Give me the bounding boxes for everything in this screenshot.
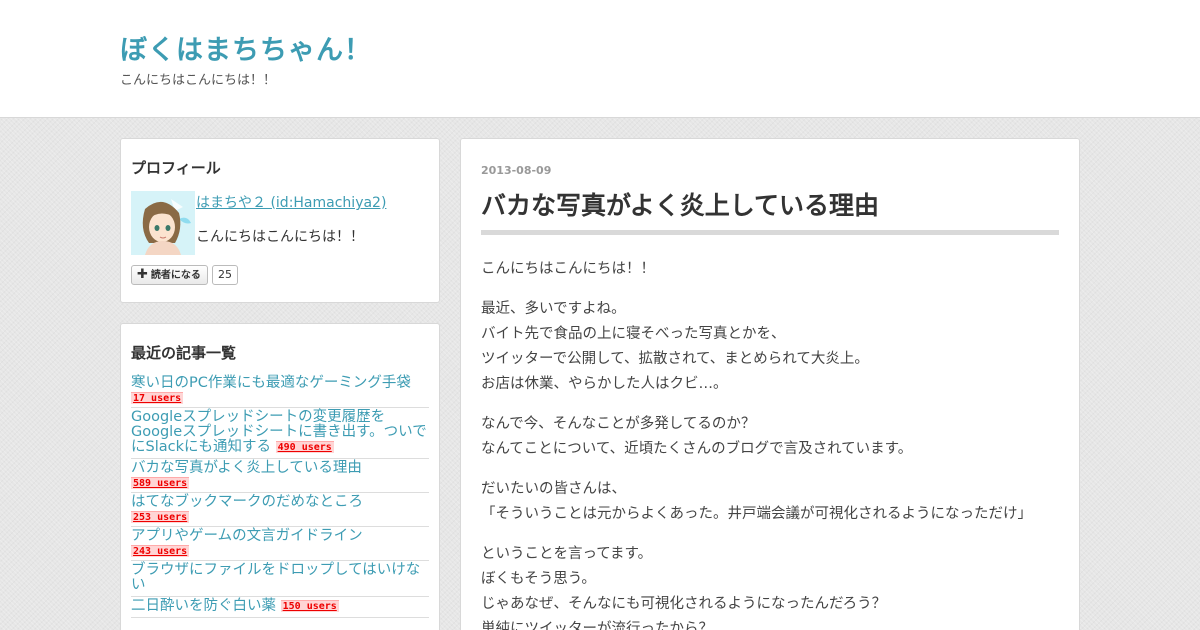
- paragraph: ということを言ってます。 ぼくもそう思う。 じゃあなぜ、そんなにも可視化されるよ…: [481, 542, 1059, 630]
- article-title[interactable]: バカな写真がよく炎上している理由: [481, 186, 879, 222]
- body-line: 最近、多いですよね。: [481, 301, 626, 317]
- blog-description: こんにちはこんにちは！！: [120, 73, 277, 88]
- paragraph: だいたいの皆さんは、 「そういうことは元からよくあった。井戸端会議が可視化される…: [481, 477, 1059, 527]
- body-line: 単純にツイッターが流行ったから？: [481, 621, 713, 630]
- list-item: Googleスプレッドシートの変更履歴をGoogleスプレッドシートに書き出す。…: [131, 408, 429, 459]
- article: 2013-08-09 バカな写真がよく炎上している理由 こんにちはこんにちは！！…: [460, 138, 1080, 630]
- list-item: はてなブックマークのだめなところ 253 users: [131, 493, 429, 527]
- body-line: なんで今、そんなことが多発してるのか？: [481, 416, 756, 432]
- list-item: アプリやゲームの文言ガイドライン 243 users: [131, 527, 429, 561]
- bookmark-count-badge[interactable]: 490 users: [275, 441, 334, 453]
- recent-entries-module: 最近の記事一覧 寒い日のPC作業にも最適なゲーミング手袋 17 users Go…: [120, 323, 440, 630]
- bookmark-count-badge[interactable]: 589 users: [131, 477, 190, 489]
- recent-entry-link[interactable]: ブラウザにファイルをドロップしてはいけない: [131, 562, 420, 593]
- body-line: バイト先で食品の上に寝そべった写真とかを、: [481, 326, 786, 342]
- recent-entry-link[interactable]: 寒い日のPC作業にも最適なゲーミング手袋: [131, 375, 411, 391]
- recent-heading: 最近の記事一覧: [131, 344, 237, 362]
- blog-title[interactable]: ぼくはまちちゃん！: [120, 28, 372, 67]
- bookmark-count-badge[interactable]: 150 users: [280, 600, 339, 612]
- profile-heading: プロフィール: [131, 159, 221, 177]
- profile-intro: こんにちはこんにちは！！: [196, 229, 364, 245]
- avatar[interactable]: [131, 191, 195, 255]
- article-body: こんにちはこんにちは！！ 最近、多いですよね。 バイト先で食品の上に寝そべった写…: [481, 257, 1059, 630]
- body-line: こんにちはこんにちは！！: [481, 261, 655, 277]
- profile-module: プロフィール はまちや２ (id:Hamachiya2) こんにちはこんにちは！…: [120, 138, 440, 303]
- subscribe-button[interactable]: ✚ 読者になる: [131, 265, 208, 285]
- bookmark-count-badge[interactable]: 17 users: [131, 392, 184, 404]
- body-line: ツイッターで公開して、拡散されて、まとめられて大炎上。: [481, 351, 869, 367]
- recent-entry-link[interactable]: アプリやゲームの文言ガイドライン: [131, 528, 363, 544]
- list-item: 二日酔いを防ぐ白い薬 150 users: [131, 597, 429, 618]
- list-item: バカな写真がよく炎上している理由 589 users: [131, 459, 429, 493]
- title-divider: [481, 230, 1059, 235]
- recent-entry-link[interactable]: 二日酔いを防ぐ白い薬: [131, 598, 276, 614]
- paragraph: 最近、多いですよね。 バイト先で食品の上に寝そべった写真とかを、 ツイッターで公…: [481, 297, 1059, 397]
- recent-entry-link[interactable]: バカな写真がよく炎上している理由: [131, 460, 362, 476]
- subscriber-count[interactable]: 25: [212, 265, 238, 285]
- body-line: お店は休業、やらかした人はクビ…。: [481, 376, 728, 392]
- body-line: じゃあなぜ、そんなにも可視化されるようになったんだろう？: [481, 596, 887, 612]
- bookmark-count-badge[interactable]: 243 users: [131, 545, 190, 557]
- profile-name-link[interactable]: はまちや２ (id:Hamachiya2): [196, 192, 386, 212]
- list-item: ブラウザにファイルをドロップしてはいけない: [131, 561, 429, 597]
- recent-entry-link[interactable]: はてなブックマークのだめなところ: [131, 494, 363, 510]
- plus-icon: ✚: [137, 267, 148, 282]
- body-line: 「そういうことは元からよくあった。井戸端会議が可視化されるようになっただけ」: [481, 506, 1032, 522]
- list-item: 寒い日のPC作業にも最適なゲーミング手袋 17 users: [131, 374, 429, 408]
- article-date[interactable]: 2013-08-09: [481, 164, 551, 177]
- subscribe-label: 読者になる: [150, 270, 201, 281]
- bookmark-count-badge[interactable]: 253 users: [131, 511, 190, 523]
- body-line: なんてことについて、近頃たくさんのブログで言及されています。: [481, 441, 913, 457]
- body-line: だいたいの皆さんは、: [481, 481, 626, 497]
- recent-list: 寒い日のPC作業にも最適なゲーミング手袋 17 users Googleスプレッ…: [131, 374, 429, 618]
- body-line: ということを言ってます。: [481, 546, 653, 562]
- avatar-illustration: [131, 191, 195, 255]
- body-line: ぼくもそう思う。: [481, 571, 596, 587]
- blog-header: ぼくはまちちゃん！ こんにちはこんにちは！！: [0, 0, 1200, 118]
- paragraph: こんにちはこんにちは！！: [481, 257, 1059, 282]
- paragraph: なんで今、そんなことが多発してるのか？ なんてことについて、近頃たくさんのブログ…: [481, 412, 1059, 462]
